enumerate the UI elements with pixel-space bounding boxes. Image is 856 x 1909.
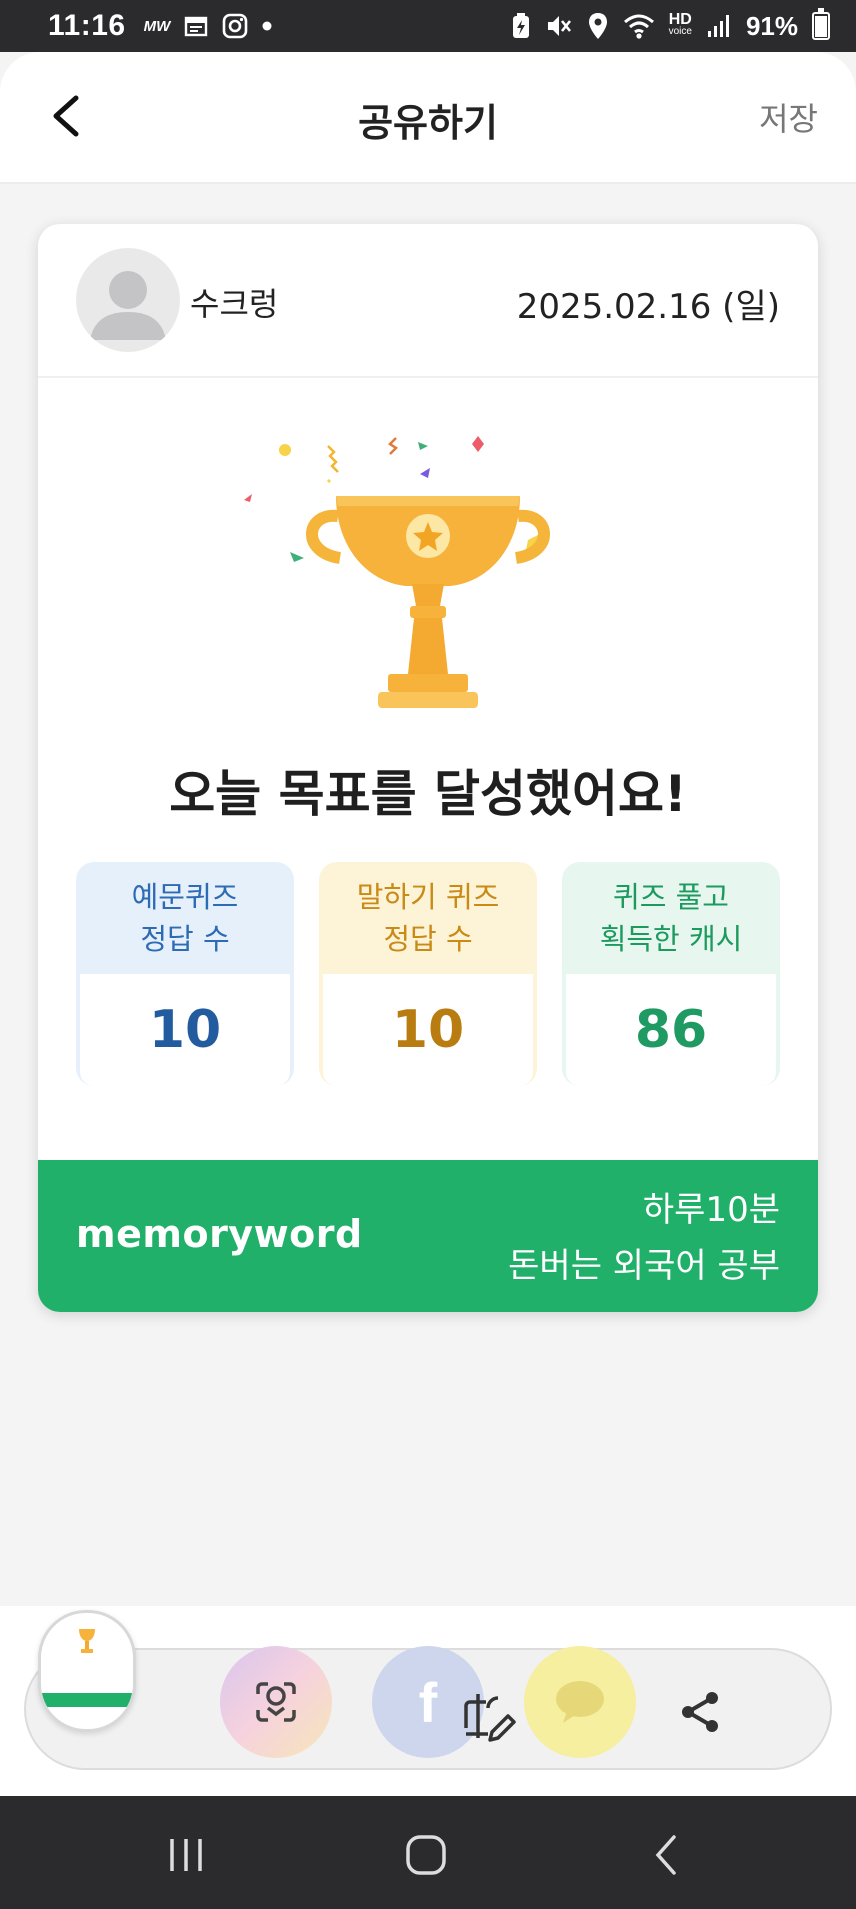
slogan-line1: 하루10분 [642, 1190, 780, 1230]
dot-icon [262, 21, 272, 31]
slogan-line2: 돈버는 외국어 공부 [508, 1246, 780, 1286]
battery-icon [812, 8, 830, 40]
stat-label-line2: 정답 수 [383, 922, 473, 956]
wifi-icon [623, 12, 655, 40]
stat-label-line1: 예문퀴즈 [131, 880, 239, 914]
mini-footer [41, 1693, 133, 1707]
location-icon [587, 12, 609, 40]
mini-trophy-icon [79, 1629, 95, 1653]
avatar [76, 248, 180, 352]
edit-icon [464, 1694, 516, 1742]
stat-label-line2: 획득한 캐시 [599, 922, 743, 956]
card-header: 수크렁 2025.02.16 (일) [38, 224, 818, 378]
system-nav-bar [0, 1796, 856, 1909]
stat-label: 퀴즈 풀고획득한 캐시 [562, 862, 780, 974]
kakaotalk-button[interactable] [524, 1646, 636, 1758]
stat-label-line1: 퀴즈 풀고 [613, 880, 729, 914]
achievement-headline: 오늘 목표를 달성했어요! [169, 765, 687, 823]
status-bar: 11:16 MW HD voice 91% [0, 0, 856, 52]
calendar-icon [184, 14, 208, 38]
user-name: 수크렁 [190, 285, 279, 323]
brand-logo: memoryword [76, 1212, 363, 1256]
share-icon [682, 1692, 718, 1732]
stat-label: 말하기 퀴즈정답 수 [319, 862, 537, 974]
stat-value: 86 [566, 974, 776, 1086]
stat-example-quiz: 예문퀴즈정답 수 10 [76, 862, 294, 1086]
stat-speaking-quiz: 말하기 퀴즈정답 수 10 [319, 862, 537, 1086]
status-time: 11:16 [48, 9, 126, 42]
mw-icon: MW [143, 17, 171, 35]
save-button[interactable]: 저장 [759, 94, 818, 140]
battery-percent: 91% [745, 10, 798, 41]
trophy-illustration [228, 434, 628, 724]
screenshot-thumbnail[interactable] [38, 1610, 136, 1732]
card-footer: memoryword 하루10분 돈버는 외국어 공부 [38, 1160, 818, 1312]
stat-label-line2: 정답 수 [140, 922, 230, 956]
home-button[interactable] [396, 1832, 456, 1878]
trophy-icon [244, 436, 550, 708]
battery-saver-icon [511, 12, 531, 40]
back-icon [655, 1835, 676, 1875]
status-left-icons: MW [144, 13, 273, 39]
stat-label-line1: 말하기 퀴즈 [356, 880, 500, 914]
facebook-icon: f [418, 1670, 438, 1734]
instagram-icon [222, 13, 248, 39]
nav-back-button[interactable] [636, 1832, 696, 1878]
signal-icon [706, 13, 732, 39]
default-avatar-icon [90, 271, 166, 340]
stat-label: 예문퀴즈정답 수 [76, 862, 294, 974]
home-icon [406, 1835, 446, 1875]
mute-icon [545, 12, 573, 40]
share-date: 2025.02.16 (일) [516, 287, 780, 327]
share-button[interactable] [676, 1688, 724, 1740]
share-toolbar-area: f [0, 1606, 856, 1796]
stat-value: 10 [80, 974, 290, 1086]
stat-value: 10 [323, 974, 533, 1086]
hd-voice-icon: HD voice [668, 11, 692, 38]
recents-icon [170, 1839, 202, 1871]
slogan: 하루10분 돈버는 외국어 공부 [508, 1182, 780, 1294]
app-header: 공유하기 저장 [0, 52, 856, 184]
achievement-card: 수크렁 2025.02.16 (일) 오늘 목표를 달성했어요! 예문퀴즈 정답… [38, 224, 818, 1312]
page-title: 공유하기 [358, 101, 498, 145]
edit-button[interactable] [458, 1688, 518, 1752]
google-lens-button[interactable] [220, 1646, 332, 1758]
kakaotalk-icon [556, 1681, 604, 1723]
stat-earned-cash: 퀴즈 풀고획득한 캐시 86 [562, 862, 780, 1086]
google-lens-icon [256, 1682, 296, 1722]
status-right-icons: HD voice 91% [511, 8, 830, 42]
recents-button[interactable] [156, 1832, 216, 1878]
stats-row: 예문퀴즈정답 수 10 말하기 퀴즈정답 수 10 퀴즈 풀고획득한 캐시 86 [76, 862, 780, 1086]
